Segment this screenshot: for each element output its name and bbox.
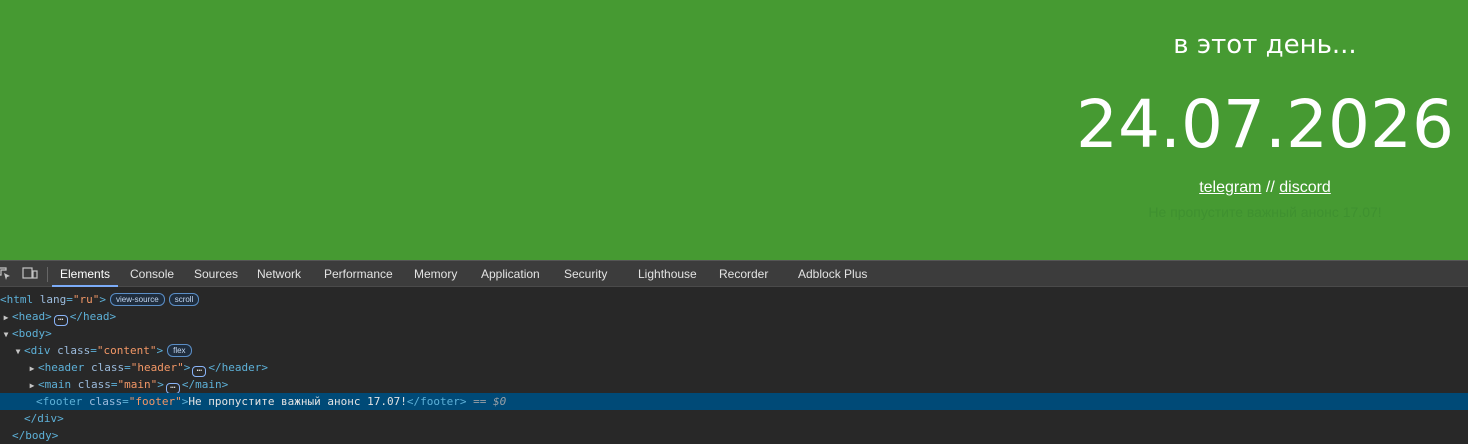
dom-tag-close: </head> [69,310,117,323]
tab-application[interactable]: Application [481,261,540,287]
device-toolbar-icon[interactable] [22,266,38,280]
dom-node-body-close[interactable]: </body> [0,427,1468,444]
tab-security[interactable]: Security [564,261,607,287]
dom-tag-close: </div> [24,412,64,425]
dom-text-node: Не пропустите важный анонс 17.07! [188,395,407,408]
page-date: 24.07.2026 [1076,86,1454,163]
tab-lighthouse[interactable]: Lighthouse [638,261,697,287]
dom-attr-name: class [88,395,123,408]
dom-tag: <body> [12,327,52,340]
inspect-element-icon[interactable] [0,266,11,280]
dom-node-div-content[interactable]: ▼ <div class="content"> flex [0,342,1468,359]
page-subtitle: в этот день... [1173,30,1357,60]
toolbar-divider [47,267,48,282]
dom-attr-value: "ru" [72,293,100,306]
dom-tag-close: </body> [12,429,59,442]
dom-attr-name: class [77,378,111,391]
expand-arrow-icon[interactable]: ▶ [0,309,12,326]
tab-sources[interactable]: Sources [194,261,238,287]
tab-console[interactable]: Console [130,261,174,287]
dom-tag: <head> [12,310,52,323]
collapse-arrow-icon[interactable]: ▼ [12,343,24,360]
dom-tag-close: </main> [181,378,229,391]
dom-attr-name: class [90,361,125,374]
dom-node-html[interactable]: <html lang="ru"> view-source scroll [0,291,1468,308]
social-links: telegram // discord [1060,179,1468,197]
dom-attr-name: class [57,344,91,357]
tab-performance[interactable]: Performance [324,261,393,287]
dom-node-div-close[interactable]: </div> [0,410,1468,427]
collapse-arrow-icon[interactable]: ▼ [0,326,12,343]
tab-network[interactable]: Network [257,261,301,287]
tab-memory[interactable]: Memory [414,261,457,287]
expand-arrow-icon[interactable]: ▶ [26,377,38,394]
selected-node-marker: == $0 [473,395,507,408]
dom-attr-value: "main" [117,378,158,391]
discord-link[interactable]: discord [1279,179,1331,196]
dom-tag: <html [0,293,34,306]
expand-arrow-icon[interactable]: ▶ [26,360,38,377]
dom-node-body[interactable]: ▼ <body> [0,325,1468,342]
web-page: в этот день... 24.07.2026 telegram // di… [0,0,1468,260]
tab-adblock-plus[interactable]: Adblock Plus [798,261,867,287]
flex-badge[interactable]: flex [167,344,192,357]
dom-tag-close: </header> [208,361,268,374]
dom-tag-close: </footer> [406,395,467,408]
link-separator: // [1265,179,1275,196]
devtools-tabbar: Elements Console Sources Network Perform… [0,260,1468,287]
dom-node-head[interactable]: ▶ <head>… </head> [0,308,1468,326]
dom-attr-value: "footer" [128,395,182,408]
dom-node-header[interactable]: ▶ <header class="header">… </header> [0,359,1468,377]
dom-node-footer-selected[interactable]: <footer class="footer">Не пропустите важ… [0,393,1468,410]
telegram-link[interactable]: telegram [1199,179,1261,196]
tab-recorder[interactable]: Recorder [719,261,768,287]
dom-attr-value: "header" [130,361,184,374]
view-source-badge[interactable]: view-source [110,293,165,306]
page-footer: Не пропустите важный анонс 17.07! [1148,204,1382,220]
scroll-badge[interactable]: scroll [168,293,200,306]
dom-attr-name: lang [39,293,67,306]
dom-node-main[interactable]: ▶ <main class="main">… </main> [0,376,1468,394]
dom-attr-value: "content" [96,344,157,357]
tab-elements[interactable]: Elements [51,261,119,287]
devtools-panel: Elements Console Sources Network Perform… [0,260,1468,444]
